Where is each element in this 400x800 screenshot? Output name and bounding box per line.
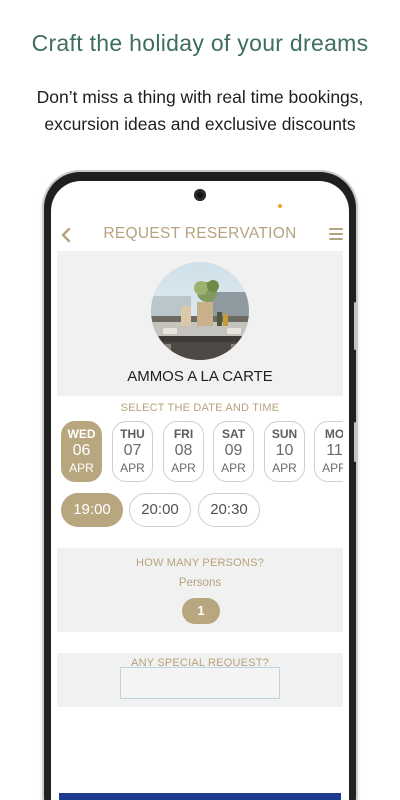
date-scroller[interactable]: WED 06 APR THU 07 APR FRI 08 APR SAT 09 … bbox=[61, 421, 343, 483]
time-chip[interactable]: 20:30 bbox=[198, 493, 260, 527]
promo-subline: Don’t miss a thing with real time bookin… bbox=[36, 87, 364, 134]
date-month: APR bbox=[120, 461, 145, 475]
venue-section: AMMOS A LA CARTE bbox=[57, 251, 343, 396]
time-chip[interactable]: 19:00 bbox=[61, 493, 123, 527]
venue-name: AMMOS A LA CARTE bbox=[127, 368, 273, 385]
menu-bar bbox=[329, 238, 343, 240]
date-day: 08 bbox=[174, 442, 193, 459]
camera-icon bbox=[194, 189, 206, 201]
date-day: 11 bbox=[326, 442, 343, 459]
back-arrow-svg bbox=[61, 227, 71, 243]
hamburger-menu-icon[interactable] bbox=[329, 228, 343, 240]
chevron-left-icon[interactable] bbox=[57, 225, 77, 245]
date-weekday: THU bbox=[120, 427, 145, 441]
date-day: 07 bbox=[123, 442, 142, 459]
date-month: APR bbox=[322, 461, 343, 475]
date-chip[interactable]: SUN 10 APR bbox=[264, 421, 305, 482]
date-chip[interactable]: FRI 08 APR bbox=[163, 421, 204, 482]
persons-count-button[interactable]: 1 bbox=[182, 598, 220, 624]
menu-bar bbox=[329, 228, 343, 230]
bottom-action-bar[interactable] bbox=[59, 793, 341, 800]
date-day: 06 bbox=[72, 442, 91, 459]
special-request-section: ANY SPECIAL REQUEST? bbox=[57, 653, 343, 707]
status-dot-icon bbox=[278, 204, 282, 208]
date-weekday: SUN bbox=[271, 427, 298, 441]
date-weekday: MO bbox=[324, 427, 343, 441]
date-weekday: WED bbox=[67, 427, 96, 441]
phone-frame: REQUEST RESERVATION AMMOS A LA CARTE SEL… bbox=[44, 172, 357, 800]
date-day: 10 bbox=[275, 442, 294, 459]
page-title: REQUEST RESERVATION bbox=[103, 225, 297, 242]
date-month: APR bbox=[171, 461, 196, 475]
date-month: APR bbox=[69, 461, 94, 475]
persons-label: Persons bbox=[178, 577, 222, 589]
phone-screen: REQUEST RESERVATION AMMOS A LA CARTE SEL… bbox=[51, 181, 349, 800]
menu-bar bbox=[329, 233, 343, 235]
date-weekday: FRI bbox=[173, 427, 194, 441]
date-chip[interactable]: MO 11 APR bbox=[314, 421, 343, 482]
time-chip[interactable]: 20:00 bbox=[129, 493, 191, 527]
phone-side-button bbox=[354, 422, 357, 462]
persons-question: HOW MANY PERSONS? bbox=[136, 557, 264, 569]
date-weekday: SAT bbox=[221, 427, 246, 441]
date-month: APR bbox=[221, 461, 246, 475]
venue-photo bbox=[151, 262, 249, 360]
phone-side-button bbox=[354, 302, 357, 350]
promo-headline: Craft the holiday of your dreams bbox=[31, 30, 369, 56]
date-section-label: SELECT THE DATE AND TIME bbox=[120, 402, 280, 414]
date-day: 09 bbox=[224, 442, 243, 459]
date-chip[interactable]: THU 07 APR bbox=[112, 421, 153, 482]
restaurant-table-photo bbox=[151, 262, 249, 360]
date-chip[interactable]: SAT 09 APR bbox=[213, 421, 254, 482]
persons-section: HOW MANY PERSONS? Persons 1 bbox=[57, 548, 343, 632]
date-chip[interactable]: WED 06 APR bbox=[61, 421, 102, 482]
special-request-input[interactable] bbox=[120, 667, 280, 699]
date-month: APR bbox=[272, 461, 297, 475]
